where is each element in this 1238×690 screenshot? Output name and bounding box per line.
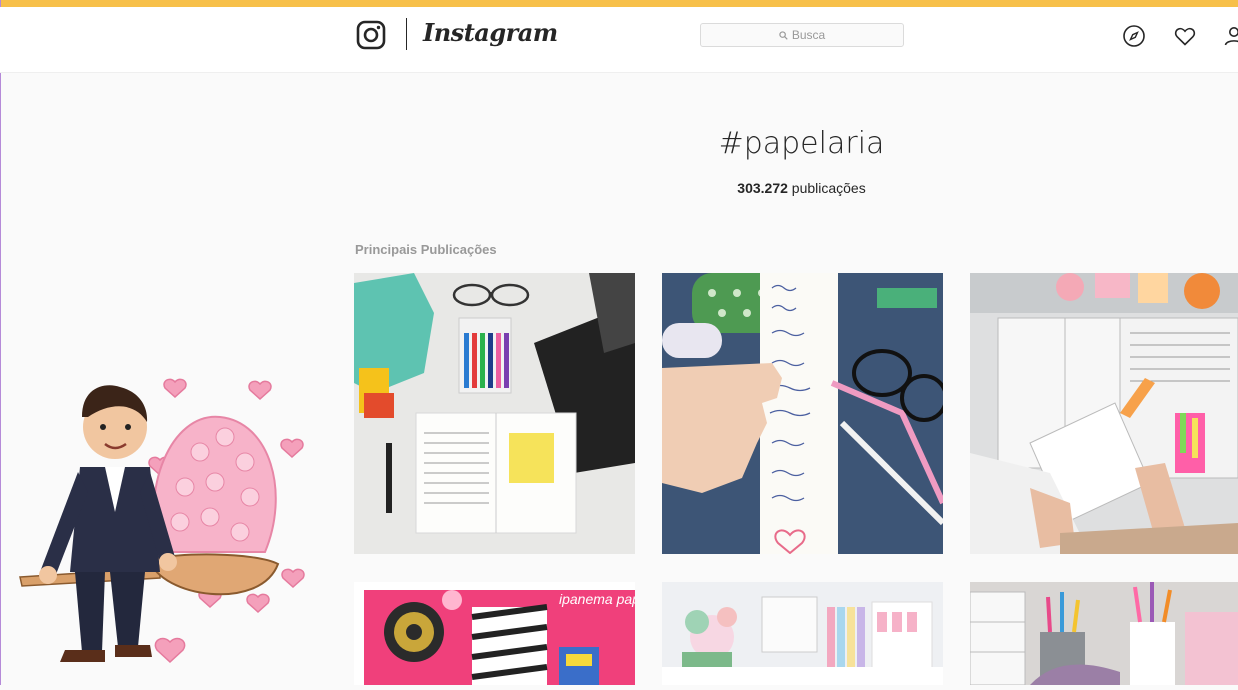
hashtag-title: #papelaria <box>718 126 885 161</box>
search-placeholder: Busca <box>791 28 826 42</box>
top-navigation-bar: Instagram Busca <box>0 7 1238 73</box>
heart-icon[interactable] <box>1173 24 1197 48</box>
post-thumbnail[interactable] <box>662 582 943 685</box>
post-overlay-label: ipanema paper <box>559 591 635 607</box>
post-photo <box>354 273 635 554</box>
post-photo <box>970 582 1238 685</box>
post-thumbnail[interactable] <box>662 273 943 554</box>
post-count-number: 303.272 <box>737 180 788 196</box>
bitmoji-sticker <box>10 372 310 685</box>
post-count: 303.272 publicações <box>0 180 1238 196</box>
post-photo <box>662 273 943 554</box>
compass-icon[interactable] <box>1122 24 1146 48</box>
post-thumbnail[interactable] <box>354 273 635 554</box>
search-icon <box>779 30 788 40</box>
post-photo: ipanema paper <box>354 582 635 685</box>
post-count-label: publicações <box>791 180 866 196</box>
instagram-camera-icon[interactable] <box>356 20 386 50</box>
top-posts-heading: Principais Publicações <box>355 242 497 257</box>
search-input[interactable]: Busca <box>700 23 904 47</box>
top-accent-bar <box>0 0 1238 7</box>
post-thumbnail[interactable] <box>970 273 1238 554</box>
user-icon[interactable] <box>1222 24 1238 48</box>
window-left-edge <box>0 0 1 685</box>
logo-divider <box>406 18 407 50</box>
post-thumbnail[interactable] <box>970 582 1238 685</box>
sticker-graphic <box>19 378 305 664</box>
post-photo <box>662 582 943 685</box>
post-thumbnail[interactable]: ipanema paper <box>354 582 635 685</box>
post-photo <box>970 273 1238 554</box>
instagram-wordmark[interactable]: Instagram <box>423 18 558 47</box>
